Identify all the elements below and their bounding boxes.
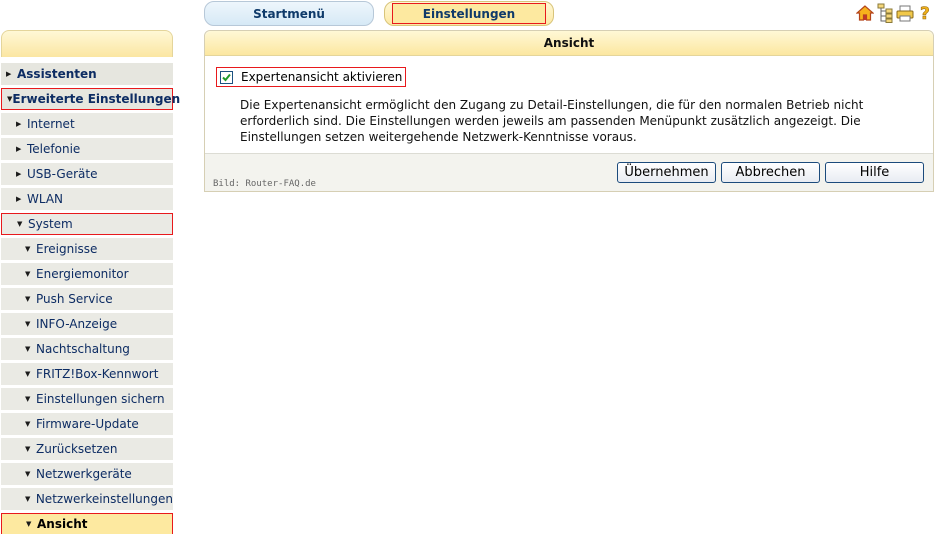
arrow-down-icon: ▼ — [25, 495, 31, 503]
sidebar-item-telefonie[interactable]: ▶ Telefonie — [1, 138, 173, 160]
sitemap-icon[interactable] — [876, 3, 894, 23]
sidebar-item-label: FRITZ!Box-Kennwort — [36, 367, 159, 381]
arrow-right-icon: ▶ — [6, 70, 12, 78]
sidebar-item-label: WLAN — [27, 192, 64, 206]
expertenansicht-label: Expertenansicht aktivieren — [241, 70, 403, 84]
sidebar-item-internet[interactable]: ▶ Internet — [1, 113, 173, 135]
sidebar-item-label: Push Service — [36, 292, 113, 306]
sidebar-item-label: Internet — [27, 117, 75, 131]
arrow-down-icon: ▼ — [17, 220, 23, 228]
sidebar-item-zurücksetzen[interactable]: ▼ Zurücksetzen — [1, 438, 173, 460]
sidebar-header — [1, 30, 173, 57]
sidebar-item-label: Netzwerkeinstellungen — [35, 492, 173, 506]
arrow-down-icon: ▼ — [25, 270, 31, 278]
arrow-down-icon: ▼ — [25, 445, 31, 453]
svg-text:?: ? — [920, 4, 930, 23]
arrow-down-icon: ▼ — [25, 295, 31, 303]
arrow-down-icon: ▼ — [25, 245, 31, 253]
sidebar-item-push-service[interactable]: ▼ Push Service — [1, 288, 173, 310]
settings-panel: Ansicht Expertenansicht aktivieren Die E… — [204, 30, 934, 192]
sidebar-item-erweiterte-einstellungen[interactable]: ▼ Erweiterte Einstellungen — [1, 88, 180, 110]
sidebar-item-netzwerkeinstellungen[interactable]: ▼ Netzwerkeinstellungen — [1, 488, 173, 510]
arrow-down-icon: ▼ — [25, 470, 31, 478]
sidebar-item-label: Einstellungen sichern — [36, 392, 165, 406]
arrow-down-icon: ▼ — [25, 370, 31, 378]
sidebar-item-label: Zurücksetzen — [36, 442, 118, 456]
description-text: Die Expertenansicht ermöglicht den Zugan… — [240, 98, 864, 144]
sidebar: ▶ Assistenten ▼ Erweiterte Einstellungen ▶ In… — [1, 30, 180, 534]
cancel-button[interactable]: Abbrechen — [721, 162, 820, 183]
tab-startmenu[interactable]: Startmenü — [204, 1, 374, 26]
arrow-down-icon: ▼ — [26, 520, 32, 528]
arrow-down-icon: ▼ — [25, 320, 31, 328]
sidebar-item-label: Telefonie — [27, 142, 81, 156]
sidebar-item-info-anzeige[interactable]: ▼ INFO-Anzeige — [1, 313, 173, 335]
expertenansicht-checkbox-row[interactable]: Expertenansicht aktivieren — [216, 67, 407, 87]
sidebar-item-system[interactable]: ▼ System — [1, 213, 173, 235]
sidebar-item-label: Assistenten — [17, 67, 97, 81]
arrow-down-icon: ▼ — [25, 395, 31, 403]
tab-einstellungen[interactable]: Einstellungen — [384, 1, 554, 26]
sidebar-item-netzwerkgeräte[interactable]: ▼ Netzwerkgeräte — [1, 463, 173, 485]
sidebar-item-label: Erweiterte Einstellungen — [12, 92, 181, 106]
arrow-down-icon: ▼ — [25, 345, 31, 353]
sidebar-item-ansicht[interactable]: ▼ Ansicht — [1, 513, 173, 534]
tab-startmenu-label: Startmenü — [253, 6, 325, 21]
sidebar-item-einstellungen-sichern[interactable]: ▼ Einstellungen sichern — [1, 388, 173, 410]
sidebar-menu: ▶ Assistenten ▼ Erweiterte Einstellungen ▶ In… — [1, 63, 180, 534]
sidebar-item-label: Ereignisse — [36, 242, 98, 256]
sidebar-item-assistenten[interactable]: ▶ Assistenten — [1, 63, 173, 85]
tab-einstellungen-label: Einstellungen — [422, 6, 516, 21]
sidebar-item-label: INFO-Anzeige — [36, 317, 118, 331]
sidebar-item-label: USB-Geräte — [27, 167, 98, 181]
toolbar-icons: ? — [856, 3, 934, 23]
sidebar-item-label: Netzwerkgeräte — [36, 467, 132, 481]
sidebar-item-firmware-update[interactable]: ▼ Firmware-Update — [1, 413, 173, 435]
sidebar-item-ereignisse[interactable]: ▼ Ereignisse — [1, 238, 173, 260]
arrow-down-icon: ▼ — [25, 420, 31, 428]
sidebar-item-nachtschaltung[interactable]: ▼ Nachtschaltung — [1, 338, 173, 360]
home-icon[interactable] — [856, 3, 874, 23]
panel-title: Ansicht — [205, 31, 933, 56]
sidebar-item-label: Energiemonitor — [36, 267, 129, 281]
sidebar-item-wlan[interactable]: ▶ WLAN — [1, 188, 173, 210]
sidebar-item-label: Nachtschaltung — [36, 342, 130, 356]
panel-footer: Bild: Router-FAQ.de Übernehmen Abbrechen… — [205, 153, 933, 191]
print-icon[interactable] — [896, 3, 914, 23]
sidebar-item-fritz-box-kennwort[interactable]: ▼ FRITZ!Box-Kennwort — [1, 363, 173, 385]
apply-button[interactable]: Übernehmen — [617, 162, 716, 183]
checkmark-icon — [222, 73, 231, 81]
sidebar-item-energiemonitor[interactable]: ▼ Energiemonitor — [1, 263, 173, 285]
arrow-right-icon: ▶ — [16, 145, 22, 153]
expertenansicht-checkbox[interactable] — [220, 70, 233, 84]
sidebar-item-usb-geräte[interactable]: ▶ USB-Geräte — [1, 163, 173, 185]
help-button[interactable]: Hilfe — [825, 162, 924, 183]
image-credit: Bild: Router-FAQ.de — [213, 179, 316, 189]
arrow-right-icon: ▶ — [16, 195, 22, 203]
sidebar-item-label: Ansicht — [37, 517, 88, 531]
sidebar-item-label: Firmware-Update — [36, 417, 139, 431]
sidebar-item-label: System — [28, 217, 73, 231]
help-icon[interactable]: ? — [916, 3, 934, 23]
tab-einstellungen-highlight: Einstellungen — [392, 3, 546, 24]
arrow-right-icon: ▶ — [16, 170, 22, 178]
arrow-right-icon: ▶ — [16, 120, 22, 128]
